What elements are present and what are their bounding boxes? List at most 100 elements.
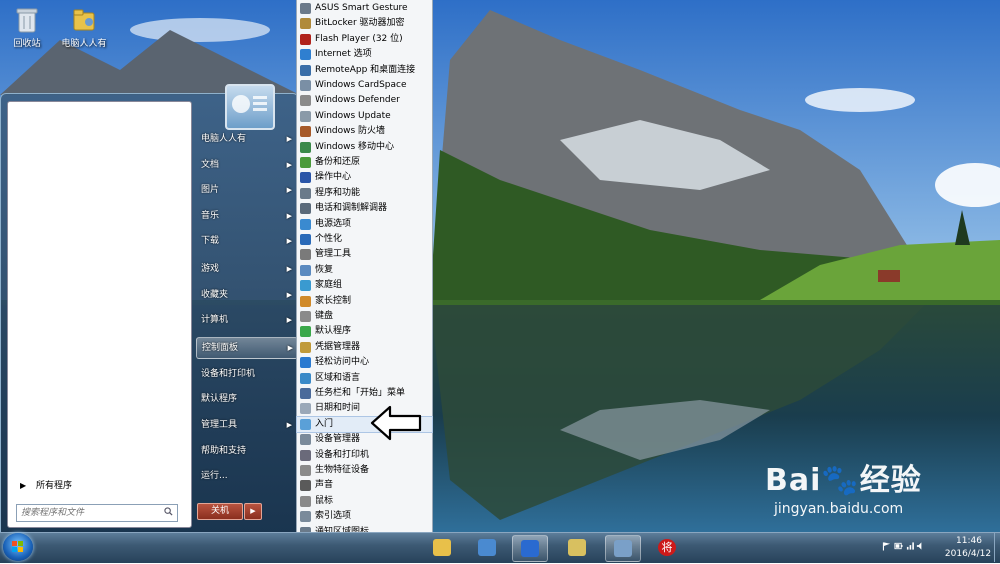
all-programs-button[interactable]: ▶ 所有程序 bbox=[14, 478, 206, 494]
start-item-label: 计算机 bbox=[201, 315, 229, 325]
start-item-default-programs[interactable]: 默认程序 bbox=[196, 389, 296, 409]
cp-menu-item-label: 凭据管理器 bbox=[315, 341, 361, 352]
cp-menu-item[interactable]: Windows CardSpace bbox=[297, 78, 432, 93]
internet-icon bbox=[300, 49, 311, 61]
start-item-control-panel[interactable]: 控制面板 ▶ bbox=[196, 337, 298, 359]
cp-menu-item[interactable]: Windows Update bbox=[297, 109, 432, 124]
chevron-right-icon: ▶ bbox=[286, 265, 292, 273]
paint-app-icon bbox=[614, 540, 632, 557]
start-item-downloads[interactable]: 下载 ▶ bbox=[196, 231, 296, 251]
start-item-games[interactable]: 游戏 ▶ bbox=[196, 259, 296, 279]
search-icon[interactable] bbox=[164, 507, 173, 516]
folder-app-icon bbox=[568, 539, 586, 556]
cp-menu-item[interactable]: 家长控制 bbox=[297, 294, 432, 309]
start-item-help-support[interactable]: 帮助和支持 bbox=[196, 441, 296, 461]
chevron-right-icon: ▶ bbox=[287, 344, 293, 352]
cp-menu-item-label: 默认程序 bbox=[315, 326, 352, 337]
cp-menu-item[interactable]: 管理工具 bbox=[297, 247, 432, 262]
search-box[interactable] bbox=[16, 504, 178, 522]
cp-menu-item[interactable]: 恢复 bbox=[297, 263, 432, 278]
taskbar-folder-app[interactable] bbox=[560, 535, 594, 560]
cp-menu-item[interactable]: 轻松访问中心 bbox=[297, 355, 432, 370]
chevron-right-icon: ▶ bbox=[286, 186, 292, 194]
start-item-label: 下载 bbox=[201, 236, 220, 246]
cp-menu-item[interactable]: 鼠标 bbox=[297, 494, 432, 509]
cp-menu-item[interactable]: Windows Defender bbox=[297, 93, 432, 108]
cp-menu-item[interactable]: 键盘 bbox=[297, 309, 432, 324]
cp-menu-item[interactable]: 备份和还原 bbox=[297, 155, 432, 170]
show-desktop-button[interactable] bbox=[994, 533, 1000, 562]
clock-date[interactable]: 2016/4/12 bbox=[940, 549, 996, 559]
start-item-label: 运行... bbox=[201, 471, 228, 481]
sogou-app-icon bbox=[521, 540, 539, 557]
start-item-devices-printers[interactable]: 设备和打印机 bbox=[196, 364, 296, 384]
cp-menu-item[interactable]: 凭据管理器 bbox=[297, 340, 432, 355]
volume-icon[interactable] bbox=[916, 541, 925, 551]
desktop-icon-recycle-bin[interactable]: 回收站 bbox=[2, 6, 52, 49]
start-item-admin-tools[interactable]: 管理工具 ▶ bbox=[196, 415, 296, 435]
user-avatar[interactable] bbox=[225, 84, 275, 130]
cp-menu-item[interactable]: 设备和打印机 bbox=[297, 448, 432, 463]
start-item-computer[interactable]: 计算机 ▶ bbox=[196, 310, 296, 330]
cp-menu-item[interactable]: 索引选项 bbox=[297, 509, 432, 524]
cp-menu-item[interactable]: 程序和功能 bbox=[297, 186, 432, 201]
cp-menu-item[interactable]: 区域和语言 bbox=[297, 371, 432, 386]
start-item-music[interactable]: 音乐 ▶ bbox=[196, 206, 296, 226]
cp-menu-item[interactable]: Windows 防火墙 bbox=[297, 124, 432, 139]
start-item-label: 图片 bbox=[201, 185, 220, 195]
network-icon[interactable] bbox=[906, 541, 915, 551]
start-item-documents[interactable]: 文档 ▶ bbox=[196, 155, 296, 175]
cp-menu-item[interactable]: RemoteApp 和桌面连接 bbox=[297, 63, 432, 78]
cp-menu-item[interactable]: 声音 bbox=[297, 478, 432, 493]
parental-icon bbox=[300, 295, 311, 307]
start-item-user-folder[interactable]: 电脑人人有 ▶ bbox=[196, 129, 296, 149]
clock-time[interactable]: 11:46 bbox=[944, 536, 994, 546]
remoteapp-icon bbox=[300, 64, 311, 76]
cp-menu-item-label: 日期和时间 bbox=[315, 403, 361, 414]
search-input[interactable] bbox=[17, 505, 165, 521]
cp-menu-item[interactable]: ASUS Smart Gesture bbox=[297, 1, 432, 16]
cp-menu-item-label: 任务栏和「开始」菜单 bbox=[315, 388, 406, 398]
cp-menu-item[interactable]: 个性化 bbox=[297, 232, 432, 247]
firewall-icon bbox=[300, 126, 311, 138]
triangle-right-icon: ▶ bbox=[20, 481, 27, 490]
start-item-favorites[interactable]: 收藏夹 ▶ bbox=[196, 285, 296, 305]
admin-tools-icon bbox=[300, 249, 311, 261]
taskbar-sogou-app[interactable] bbox=[512, 535, 548, 562]
cp-menu-item[interactable]: 生物特征设备 bbox=[297, 463, 432, 478]
shutdown-button[interactable]: 关机 bbox=[197, 503, 243, 520]
cp-menu-item[interactable]: 电话和调制解调器 bbox=[297, 201, 432, 216]
taskbar-chess-app[interactable]: 将 bbox=[650, 535, 684, 560]
taskbar-explorer-app[interactable] bbox=[425, 535, 459, 560]
desktop-icon-user-folder[interactable]: 电脑人人有 bbox=[56, 6, 112, 49]
cp-menu-item-label: 家庭组 bbox=[315, 280, 343, 291]
cp-menu-item[interactable]: Internet 选项 bbox=[297, 47, 432, 62]
cp-menu-item[interactable]: 电源选项 bbox=[297, 217, 432, 232]
cp-menu-item[interactable]: 家庭组 bbox=[297, 278, 432, 293]
start-button[interactable] bbox=[3, 533, 33, 561]
watermark-url: jingyan.baidu.com bbox=[774, 501, 904, 517]
defender-icon bbox=[300, 95, 311, 107]
cp-menu-item[interactable]: Windows 移动中心 bbox=[297, 140, 432, 155]
cp-menu-item[interactable]: 操作中心 bbox=[297, 170, 432, 185]
cp-menu-item[interactable]: 默认程序 bbox=[297, 324, 432, 339]
backup-icon bbox=[300, 157, 311, 168]
cp-menu-item[interactable]: 任务栏和「开始」菜单 bbox=[297, 386, 432, 401]
cp-menu-item-label: 管理工具 bbox=[315, 249, 352, 260]
cp-menu-item[interactable]: Flash Player (32 位) bbox=[297, 32, 432, 47]
mobility-icon bbox=[300, 141, 311, 153]
cp-menu-item-label: 索引选项 bbox=[315, 511, 352, 522]
start-item-label: 音乐 bbox=[201, 211, 220, 221]
start-item-label: 帮助和支持 bbox=[201, 446, 247, 456]
flag-icon[interactable] bbox=[882, 541, 891, 551]
cp-menu-item-label: 操作中心 bbox=[315, 172, 352, 183]
shutdown-options-button[interactable]: ▶ bbox=[244, 503, 262, 520]
taskbar-paint-app[interactable] bbox=[605, 535, 641, 562]
taskbar-control-panel-app[interactable] bbox=[470, 535, 504, 560]
start-menu: ▶ 所有程序 电脑人人有 ▶ 文档 ▶ 图片 ▶ 音乐 ▶ 下载 ▶ 游戏 ▶ 收藏夹 ▶ 计… bbox=[0, 84, 299, 534]
battery-icon[interactable] bbox=[894, 541, 903, 551]
start-item-pictures[interactable]: 图片 ▶ bbox=[196, 180, 296, 200]
cp-menu-item[interactable]: BitLocker 驱动器加密 bbox=[297, 16, 432, 31]
start-item-run[interactable]: 运行... bbox=[196, 466, 296, 486]
programs-icon bbox=[300, 187, 311, 199]
